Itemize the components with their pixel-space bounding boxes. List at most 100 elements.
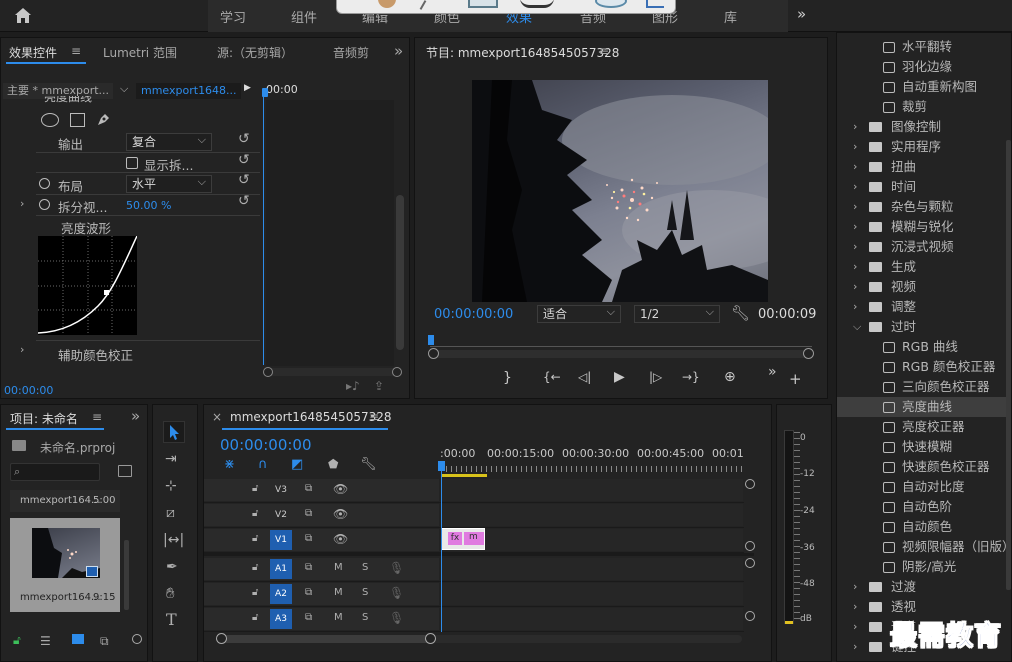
type-tool-icon[interactable]: T [166,612,177,628]
microphone-icon[interactable]: 🎙︎ [389,587,404,599]
effect-item[interactable]: RGB 颜色校正器 [837,357,1011,377]
effect-item[interactable]: 自动对比度 [837,477,1011,497]
effect-controls-scrollbar[interactable] [396,195,404,350]
reset-layout-icon[interactable]: ↺ [238,173,250,187]
tab-lumetri-scopes[interactable]: Lumetri 范围 [103,44,177,61]
toolbar-pencil-icon[interactable] [646,0,664,8]
track-lane-v1[interactable] [441,529,743,551]
track-target-button[interactable]: A1 [270,559,292,579]
program-scroll[interactable] [434,350,808,358]
mute-button[interactable]: M [334,563,343,573]
rectangle-mask-icon[interactable] [70,113,85,127]
chevron-right-icon[interactable]: › [853,257,857,277]
effect-item[interactable]: 羽化边缘 [837,57,1011,77]
effect-item[interactable]: 亮度校正器 [837,417,1011,437]
effect-folder[interactable]: › 时间 [837,177,1011,197]
home-icon[interactable] [14,7,32,24]
timeline-menu-icon[interactable]: ≡ [369,410,379,424]
new-bin-icon[interactable] [118,465,132,477]
ripple-edit-tool-icon[interactable]: ⊹ [165,479,177,493]
effect-folder[interactable]: › 图像控制 [837,117,1011,137]
filter-icon[interactable]: ▸♪ [346,380,360,392]
effect-item[interactable]: 三向颜色校正器 [837,377,1011,397]
effect-item[interactable]: 裁剪 [837,97,1011,117]
solo-button[interactable]: S [362,613,368,623]
effect-item[interactable]: 快速模糊 [837,437,1011,457]
project-scrollbar[interactable] [124,540,129,610]
solo-button[interactable]: S [362,563,368,573]
tab-source[interactable]: 源:（无剪辑） [217,44,293,61]
chevron-right-icon[interactable]: › [853,617,857,637]
layout-stopwatch-icon[interactable] [39,178,50,189]
timeline-clip-v1[interactable]: fx m [441,528,485,550]
effect-item[interactable]: 水平翻转 [837,37,1011,57]
effect-folder[interactable]: › 调整 [837,297,1011,317]
effect-item[interactable]: 自动颜色 [837,517,1011,537]
lock-icon[interactable]: 🔓︎ [13,633,21,648]
layout-dropdown[interactable]: 水平 [126,174,212,193]
ellipse-mask-icon[interactable] [41,113,59,127]
timeline-settings-icon[interactable]: 🔧︎ [360,458,377,471]
program-video-frame[interactable] [472,80,768,302]
go-to-in-button[interactable]: {← [543,371,561,383]
linked-selection-icon[interactable]: ◩ [291,458,303,471]
mark-out-button[interactable]: } [503,371,512,385]
resolution-dropdown[interactable]: 1/2 [634,304,720,323]
timeline-vscroll-bottom[interactable] [745,541,755,551]
show-split-checkbox[interactable] [126,157,138,169]
timeline-hscroll-left[interactable] [216,633,227,644]
effects-scrollbar[interactable] [1006,140,1011,590]
toolbar-rect-icon[interactable] [468,0,498,8]
clip-selector-active[interactable]: mmexport1648... [136,83,241,99]
freeform-view-icon[interactable]: ⧉ [100,634,109,649]
chevron-right-icon[interactable]: › [853,177,857,197]
chevron-right-icon[interactable]: › [853,577,857,597]
hand-tool-icon[interactable]: ✋︎ [166,586,175,601]
slip-tool-icon[interactable]: |↔| [163,533,184,547]
effect-h-scroll-right[interactable] [392,367,402,377]
effect-folder[interactable]: ⌵ 过时 [837,317,1011,337]
effect-h-scroll[interactable] [266,368,396,376]
effect-folder[interactable]: › 模糊与锐化 [837,217,1011,237]
program-scroll-right[interactable] [803,348,814,359]
effect-item[interactable]: 亮度曲线 [837,397,1011,417]
track-lock-icon[interactable]: 🔓︎ [252,509,258,519]
track-target-button[interactable]: V2 [270,505,292,525]
program-more-button[interactable]: » [768,365,777,379]
workspace-libraries[interactable]: 库 [724,7,737,26]
effect-item[interactable]: 自动色阶 [837,497,1011,517]
tab-menu-icon[interactable]: ≡ [71,44,81,58]
timeline-timecode[interactable]: 00:00:00:00 [220,436,312,454]
track-lane-v3[interactable] [441,479,743,501]
track-lock-icon[interactable]: 🔓︎ [252,534,258,544]
track-lane-a1[interactable] [441,558,743,580]
track-output-icon[interactable]: ⧉ [305,588,312,598]
chevron-right-icon[interactable]: › [853,117,857,137]
effect-folder[interactable]: › 实用程序 [837,137,1011,157]
track-lock-icon[interactable]: 🔓︎ [252,613,258,623]
tab-audio-clip-mixer[interactable]: 音频剪 [333,44,373,61]
effect-item[interactable]: 阴影/高光 [837,557,1011,577]
workspace-learn[interactable]: 学习 [220,7,246,26]
snap-insert-icon[interactable]: ⋇ [224,458,235,471]
track-output-icon[interactable]: ⧉ [305,534,312,544]
track-output-icon[interactable]: ⧉ [305,613,312,623]
program-timecode-current[interactable]: 00:00:00:00 [434,307,513,322]
reset-output-icon[interactable]: ↺ [238,132,250,146]
split-expand-icon[interactable]: › [20,197,24,210]
reset-split-icon[interactable]: ↺ [238,153,250,167]
sort-icon[interactable] [132,634,142,644]
split-value[interactable]: 50.00 % [126,199,171,212]
program-monitor-title[interactable]: 节目: mmexport1648545057328 [426,44,619,61]
project-clip-item-2[interactable]: mmexport164... 9:15 [10,518,120,612]
track-target-button[interactable]: V1 [270,530,292,550]
chevron-down-icon[interactable]: ⌵ [853,317,861,337]
selection-tool-icon[interactable] [163,421,185,443]
fit-dropdown[interactable]: 适合 [537,304,621,323]
track-lane-a3[interactable] [441,608,743,630]
pen-tool-icon[interactable]: ✒ [166,560,178,574]
chevron-right-icon[interactable]: › [853,137,857,157]
project-menu-icon[interactable]: ≡ [92,410,102,424]
export-icon[interactable]: ⇪ [374,380,384,392]
go-to-out-button[interactable]: →} [682,371,700,383]
